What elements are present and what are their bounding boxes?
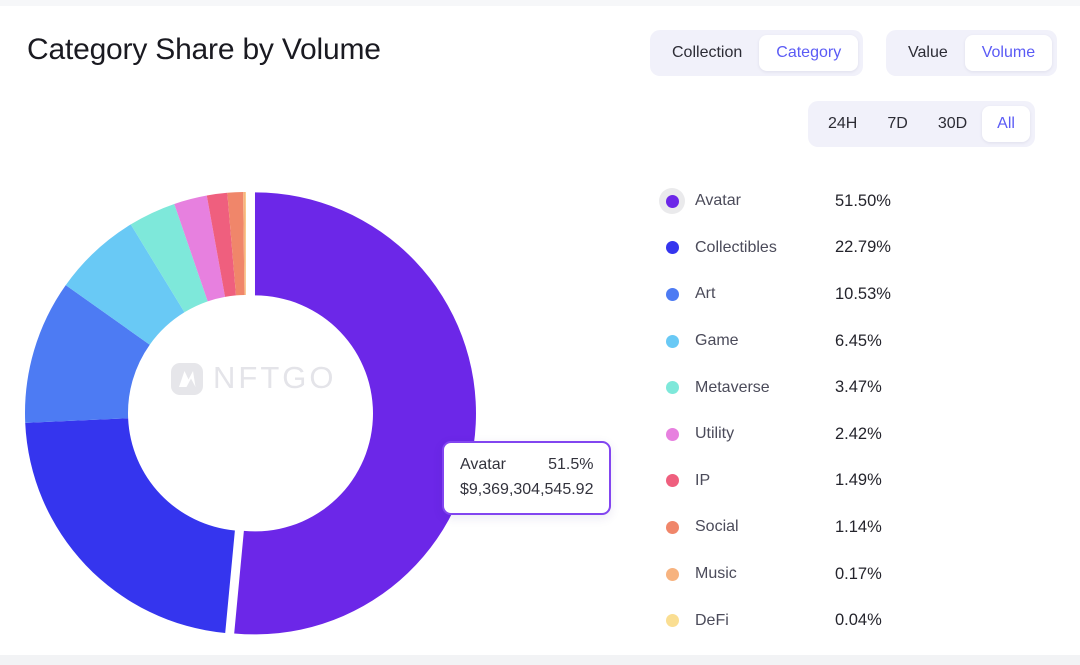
tooltip-value: $9,369,304,545.92 [460,481,593,499]
legend-color-dot-icon [666,335,679,348]
legend-item-label: Game [695,332,739,350]
legend-item-percent: 3.47% [835,378,882,397]
bottom-edge-strip [0,655,1080,665]
scope-option-category[interactable]: Category [759,35,858,71]
scope-option-collection[interactable]: Collection [655,35,759,71]
legend-item-label: Avatar [695,192,741,210]
legend-item-game[interactable]: Game 6.45% [659,318,959,365]
page-title: Category Share by Volume [27,33,381,67]
donut-slices[interactable] [25,192,476,634]
metric-option-volume[interactable]: Volume [965,35,1052,71]
legend-item-label: Music [695,565,737,583]
chart-page: Category Share by Volume CollectionCateg… [0,0,1080,665]
nftgo-logo-glyph [179,371,196,387]
legend-dot-holder [659,328,685,354]
legend-item-utility[interactable]: Utility 2.42% [659,411,959,458]
legend-item-label: IP [695,472,710,490]
legend-item-label: Metaverse [695,379,770,397]
legend-color-dot-icon [666,474,679,487]
legend-item-social[interactable]: Social 1.14% [659,504,959,551]
tooltip-header-row: Avatar 51.5% [460,456,593,474]
donut-slice-collectibles[interactable] [25,418,235,633]
legend-item-ip[interactable]: IP 1.49% [659,458,959,505]
period-option-30d[interactable]: 30D [923,106,982,142]
donut-chart-svg[interactable]: NFTGO [8,182,478,647]
legend-dot-holder [659,421,685,447]
legend-item-percent: 1.49% [835,471,882,490]
legend-item-label: DeFi [695,612,729,630]
legend-dot-holder [659,281,685,307]
metric-toggle-group: ValueVolume [886,30,1057,76]
legend-item-art[interactable]: Art 10.53% [659,271,959,318]
legend-item-defi[interactable]: DeFi 0.04% [659,597,959,644]
legend-item-percent: 10.53% [835,285,891,304]
legend-item-music[interactable]: Music 0.17% [659,551,959,598]
nftgo-watermark-text: NFTGO [213,360,337,395]
period-option-7d[interactable]: 7D [872,106,922,142]
legend-dot-holder [659,188,685,214]
period-option-all[interactable]: All [982,106,1030,142]
legend-color-dot-icon [666,568,679,581]
legend-item-percent: 6.45% [835,332,882,351]
donut-slice-avatar[interactable] [234,192,476,634]
top-edge-strip [0,0,1080,6]
legend-item-percent: 2.42% [835,425,882,444]
legend-dot-holder [659,561,685,587]
period-option-24h[interactable]: 24H [813,106,872,142]
legend-item-label: Utility [695,425,734,443]
chart-legend: Avatar 51.50% Collectibles 22.79% Art 10.53% G… [659,178,959,644]
legend-item-label: Art [695,285,715,303]
legend-item-percent: 0.17% [835,565,882,584]
nftgo-watermark: NFTGO [171,360,337,395]
legend-item-percent: 51.50% [835,192,891,211]
legend-color-dot-icon [666,288,679,301]
donut-chart[interactable]: NFTGO [8,182,478,647]
legend-color-dot-icon [666,381,679,394]
legend-color-dot-icon [666,614,679,627]
scope-toggle-group: CollectionCategory [650,30,863,76]
legend-item-metaverse[interactable]: Metaverse 3.47% [659,364,959,411]
nftgo-logo-icon [171,363,203,395]
legend-color-dot-icon [666,521,679,534]
legend-color-dot-icon [666,241,679,254]
legend-dot-holder [659,514,685,540]
metric-option-value[interactable]: Value [891,35,965,71]
legend-item-percent: 22.79% [835,238,891,257]
legend-dot-holder [659,375,685,401]
chart-tooltip: Avatar 51.5% $9,369,304,545.92 [442,441,611,515]
legend-item-percent: 0.04% [835,611,882,630]
legend-item-avatar[interactable]: Avatar 51.50% [659,178,959,225]
legend-dot-holder [659,468,685,494]
legend-item-label: Collectibles [695,239,777,257]
legend-item-collectibles[interactable]: Collectibles 22.79% [659,225,959,272]
tooltip-percent: 51.5% [548,456,593,474]
period-toggle-group: 24H7D30DAll [808,101,1035,147]
tooltip-category-name: Avatar [460,456,506,474]
legend-dot-holder [659,235,685,261]
legend-dot-holder [659,608,685,634]
legend-item-label: Social [695,518,739,536]
legend-item-percent: 1.14% [835,518,882,537]
legend-color-dot-icon [666,195,679,208]
legend-color-dot-icon [666,428,679,441]
